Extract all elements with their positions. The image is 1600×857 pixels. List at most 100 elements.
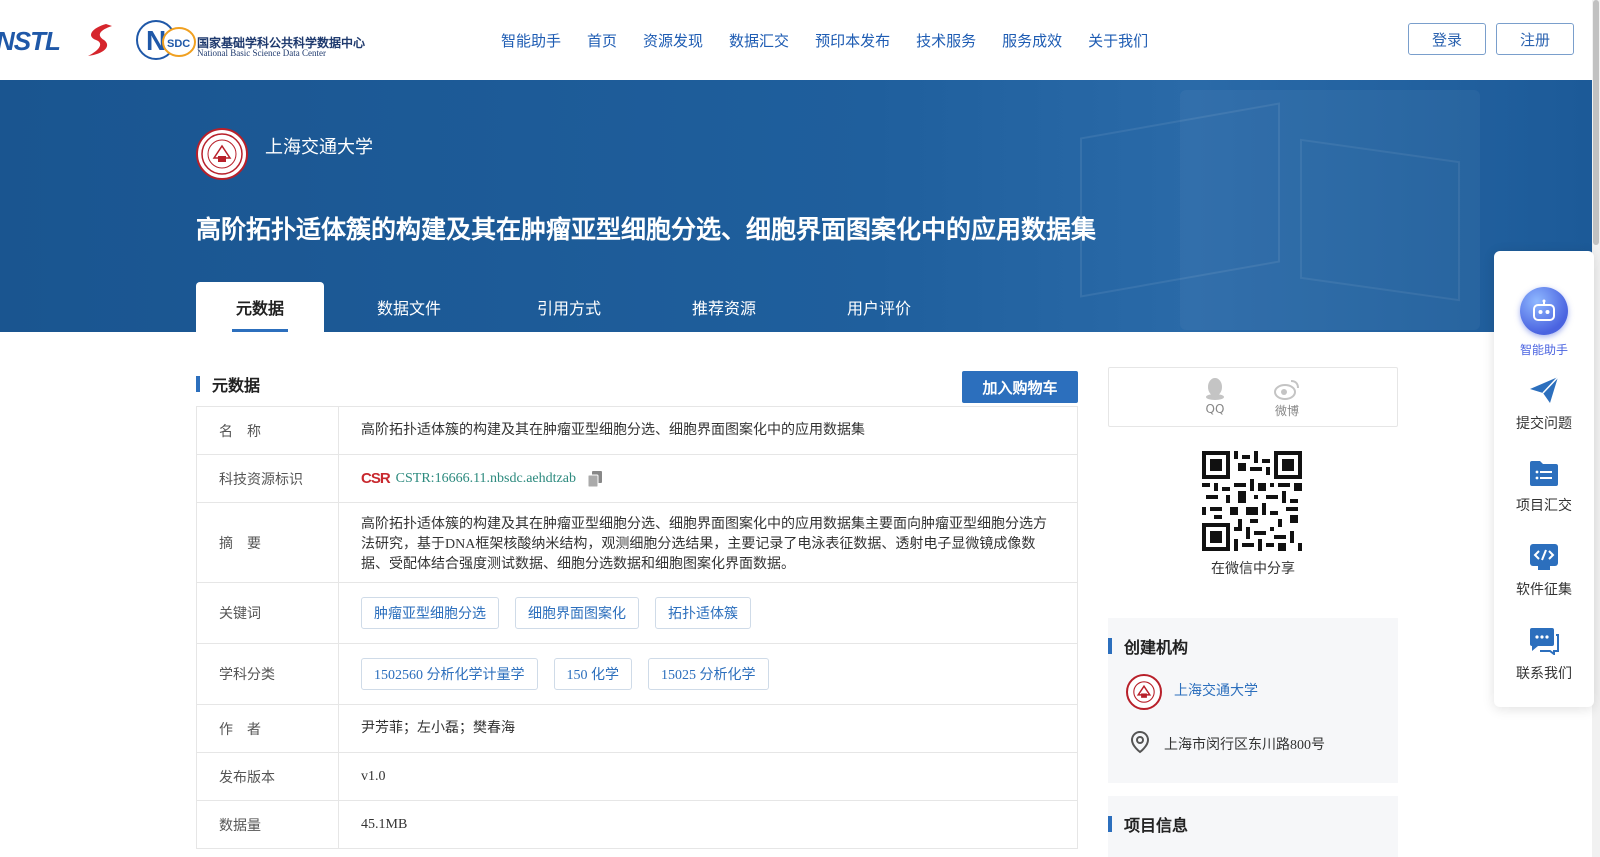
qq-icon — [1206, 378, 1224, 400]
keyword-tag[interactable]: 拓扑适体簇 — [655, 597, 751, 629]
row-label: 科技资源标识 — [197, 455, 339, 502]
row-value: 45.1MB — [361, 816, 408, 832]
row-value: v1.0 — [361, 768, 386, 784]
copy-icon[interactable] — [587, 470, 602, 487]
nav-resource-discovery[interactable]: 资源发现 — [643, 30, 703, 51]
tab-user-reviews[interactable]: 用户评价 — [804, 282, 954, 332]
creator-panel: 创建机构 上海交通大学 上海市闵行区东川路800号 — [1108, 618, 1398, 783]
float-item-label: 软件征集 — [1516, 582, 1572, 598]
cstr-logo-icon: CSR — [361, 470, 391, 487]
row-label: 关键词 — [197, 583, 339, 643]
keyword-tag[interactable]: 细胞界面图案化 — [515, 597, 639, 629]
sjtu-logo-icon — [196, 128, 248, 180]
float-software-collection[interactable]: 软件征集 — [1494, 543, 1594, 599]
table-row: 名 称 高阶拓扑适体簇的构建及其在肿瘤亚型细胞分选、细胞界面图案化中的应用数据集 — [196, 407, 1078, 455]
row-label: 摘 要 — [197, 503, 339, 582]
table-row: 数据量 45.1MB — [196, 801, 1078, 849]
row-value: 高阶拓扑适体簇的构建及其在肿瘤亚型细胞分选、细胞界面图案化中的应用数据集 — [361, 422, 865, 438]
nav-home[interactable]: 首页 — [587, 30, 617, 51]
project-panel: 项目信息 — [1108, 796, 1398, 857]
row-value: 尹芳菲；左小磊；樊春海 — [361, 720, 515, 736]
tab-metadata[interactable]: 元数据 — [196, 282, 324, 332]
table-row: 科技资源标识 CSR CSTR:16666.11.nbsdc.aehdtzab — [196, 455, 1078, 503]
project-panel-title: 项目信息 — [1124, 816, 1189, 835]
main-nav: 智能助手 首页 资源发现 数据汇交 预印本发布 技术服务 服务成效 关于我们 — [501, 30, 1174, 51]
share-box: QQ 微博 — [1108, 367, 1398, 427]
creator-panel-header: 创建机构 — [1108, 634, 1188, 658]
cstr-link[interactable]: CSTR:16666.11.nbsdc.aehdtzab — [396, 471, 576, 487]
tab-data-files[interactable]: 数据文件 — [324, 282, 494, 332]
section-accent-bar — [196, 376, 200, 392]
nav-preprint[interactable]: 预印本发布 — [815, 30, 890, 51]
institution-name[interactable]: 上海交通大学 — [265, 133, 373, 159]
svg-text:SDC: SDC — [167, 38, 190, 50]
add-to-cart-button[interactable]: 加入购物车 — [962, 371, 1078, 403]
folder-list-icon — [1494, 459, 1594, 487]
row-label: 发布版本 — [197, 753, 339, 800]
subject-tag[interactable]: 1502560 分析化学计量学 — [361, 658, 538, 690]
creator-panel-title: 创建机构 — [1124, 638, 1189, 657]
nav-tech-service[interactable]: 技术服务 — [916, 30, 976, 51]
table-row: 作 者 尹芳菲；左小磊；樊春海 — [196, 705, 1078, 753]
creator-address: 上海市闵行区东川路800号 — [1164, 738, 1325, 753]
table-row: 摘 要 高阶拓扑适体簇的构建及其在肿瘤亚型细胞分选、细胞界面图案化中的应用数据集… — [196, 503, 1078, 583]
section-title: 元数据 — [212, 376, 261, 395]
dataset-tabs: 元数据 数据文件 引用方式 推荐资源 用户评价 — [196, 282, 954, 332]
metadata-section-header: 元数据 — [196, 372, 260, 396]
scrollbar-thumb[interactable] — [1593, 0, 1599, 245]
code-icon — [1494, 543, 1594, 571]
float-project-submission[interactable]: 项目汇交 — [1494, 459, 1594, 515]
row-value: 1502560 分析化学计量学 150 化学 15025 分析化学 — [339, 644, 1077, 704]
row-value: CSR CSTR:16666.11.nbsdc.aehdtzab — [339, 455, 1077, 502]
float-item-label: 项目汇交 — [1516, 498, 1572, 514]
creator-logo-icon — [1126, 674, 1162, 710]
location-pin-icon — [1130, 730, 1150, 754]
share-weibo-button[interactable]: 微博 — [1267, 376, 1307, 419]
float-contact-us[interactable]: 联系我们 — [1494, 627, 1594, 683]
wechat-share-caption: 在微信中分享 — [1211, 561, 1295, 577]
wechat-qr-code-icon — [1202, 451, 1302, 551]
share-qq-label: QQ — [1205, 402, 1225, 416]
robot-icon — [1520, 287, 1568, 335]
tab-recommended[interactable]: 推荐资源 — [644, 282, 804, 332]
register-button[interactable]: 注册 — [1496, 23, 1574, 55]
row-value: 肿瘤亚型细胞分选 细胞界面图案化 拓扑适体簇 — [339, 583, 1077, 643]
row-value: 高阶拓扑适体簇的构建及其在肿瘤亚型细胞分选、细胞界面图案化中的应用数据集主要面向… — [361, 516, 1047, 572]
nav-ai-assistant[interactable]: 智能助手 — [501, 30, 561, 51]
tab-citation[interactable]: 引用方式 — [494, 282, 644, 332]
row-label: 名 称 — [197, 407, 339, 454]
row-label: 学科分类 — [197, 644, 339, 704]
floating-side-bar: 智能助手 提交问题 项目汇交 软件征集 联系我们 — [1494, 251, 1594, 707]
row-label: 数据量 — [197, 801, 339, 848]
section-accent-bar — [1108, 816, 1112, 832]
creator-name-link[interactable]: 上海交通大学 — [1174, 680, 1258, 700]
float-submit-question[interactable]: 提交问题 — [1494, 375, 1594, 433]
table-row: 关键词 肿瘤亚型细胞分选 细胞界面图案化 拓扑适体簇 — [196, 583, 1078, 644]
float-item-label: 联系我们 — [1516, 666, 1572, 682]
login-button[interactable]: 登录 — [1408, 23, 1486, 55]
weibo-icon — [1274, 380, 1299, 400]
share-qq-button[interactable]: QQ — [1195, 376, 1235, 416]
subject-tag[interactable]: 15025 分析化学 — [648, 658, 769, 690]
nsdc-english-name: National Basic Science Data Center — [197, 48, 326, 58]
section-accent-bar — [1108, 638, 1112, 654]
chat-icon — [1494, 627, 1594, 655]
nstl-logo[interactable]: NSTL — [0, 26, 61, 57]
table-row: 发布版本 v1.0 — [196, 753, 1078, 801]
subject-tag[interactable]: 150 化学 — [553, 658, 632, 690]
share-weibo-label: 微博 — [1274, 404, 1299, 418]
nav-data-submission[interactable]: 数据汇交 — [729, 30, 789, 51]
paper-plane-icon — [1494, 375, 1594, 405]
nav-about-us[interactable]: 关于我们 — [1088, 30, 1148, 51]
project-panel-header: 项目信息 — [1108, 812, 1188, 836]
nav-service-results[interactable]: 服务成效 — [1002, 30, 1062, 51]
s-brand-logo-icon[interactable] — [82, 22, 118, 58]
page-title: 高阶拓扑适体簇的构建及其在肿瘤亚型细胞分选、细胞界面图案化中的应用数据集 — [196, 215, 1097, 244]
row-label: 作 者 — [197, 705, 339, 752]
keyword-tag[interactable]: 肿瘤亚型细胞分选 — [361, 597, 499, 629]
float-item-label: 智能助手 — [1519, 343, 1568, 357]
float-ai-assistant[interactable]: 智能助手 — [1494, 287, 1594, 358]
banner-decoration — [1300, 138, 1460, 302]
site-header: NSTL N SDC 国家基础学科公共科学数据中心 National Basic… — [0, 0, 1600, 80]
float-item-label: 提交问题 — [1516, 416, 1572, 432]
